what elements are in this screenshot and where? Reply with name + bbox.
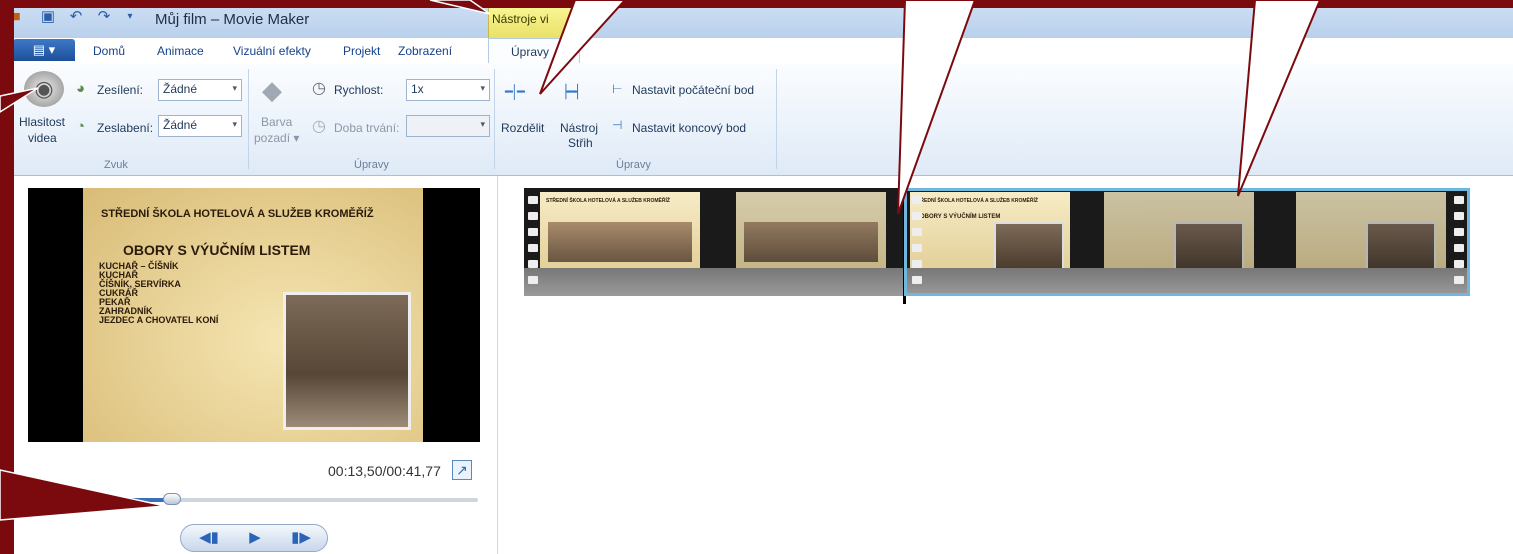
callout-split	[539, 0, 627, 95]
screenshot-frame: ■ ▣ ↶ ↷ ▾ Můj film – Movie Maker Nástroj…	[0, 0, 1513, 554]
callout-playhead	[897, 0, 977, 215]
annotation-callouts	[0, 0, 1322, 521]
callout-seek	[0, 469, 166, 521]
callout-clip	[1237, 0, 1322, 197]
callout-volume	[0, 87, 39, 113]
callout-context-tab	[429, 0, 491, 15]
